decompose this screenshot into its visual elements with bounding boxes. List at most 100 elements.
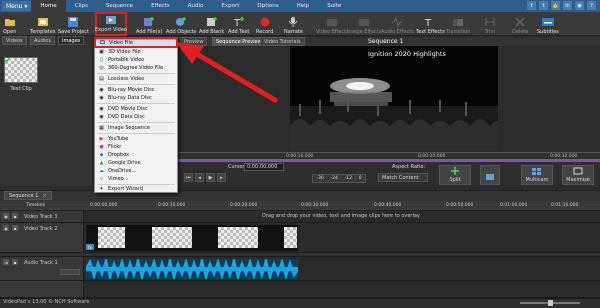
linkedin-icon[interactable]: in	[563, 1, 572, 10]
menu-item-dropbox[interactable]: ◆ Dropbox	[95, 151, 177, 159]
audio-effects-button[interactable]: Audio Effects	[381, 12, 414, 36]
menu-item-flickr[interactable]: ● Flickr	[95, 143, 177, 151]
tab-audios[interactable]: Audios	[30, 36, 55, 45]
add-objects-button[interactable]: Add Objects	[166, 12, 196, 36]
empty-track-area[interactable]	[0, 281, 600, 298]
maximize-button[interactable]: Maximize	[562, 165, 594, 185]
lock-icon[interactable]: ▪	[12, 225, 18, 231]
folder-open-icon	[4, 16, 16, 27]
menu-item-lossless-video[interactable]: ▤ Lossless Video	[95, 75, 177, 83]
image-effects-button[interactable]: Image Effects	[347, 12, 381, 36]
trim-button[interactable]: Trim	[484, 12, 496, 36]
audio-track-1[interactable]: ◄ ▪ Audio Track 1	[0, 257, 600, 281]
tab-clips[interactable]: Clips	[66, 0, 97, 12]
video-track-3[interactable]: ◉ ▪ Video Track 3 Drag and drop your vid…	[0, 211, 600, 223]
text-effects-button[interactable]: T Text Effects	[416, 12, 445, 36]
menu-item-dvd-data-disc[interactable]: ◉ DVD Data Disc	[95, 113, 177, 121]
ruler-tick: 0:01:10.000	[551, 203, 579, 208]
ruler-tick: 0:00:30.000	[301, 203, 329, 208]
zoom-slider-handle[interactable]	[548, 300, 553, 306]
export-video-button[interactable]: Export Video	[95, 12, 127, 36]
menu-item-export-wizard[interactable]: ✦ Export Wizard	[95, 185, 177, 193]
clip-effect-icon[interactable]: fx	[86, 244, 94, 250]
step-forward-button[interactable]: ▸	[217, 173, 226, 182]
audio-effects-icon	[391, 16, 403, 27]
video-preview-frame[interactable]	[290, 46, 498, 151]
main-menu-button[interactable]: Menu ▾	[2, 1, 32, 11]
youtube-icon: ▶	[99, 136, 104, 142]
tab-suite[interactable]: Suite	[318, 0, 350, 12]
go-to-start-button[interactable]: ⏮	[184, 173, 193, 182]
video-track-2[interactable]: ◉ ▪ Video Track 2 fx	[0, 223, 600, 253]
tab-effects[interactable]: Effects	[142, 0, 179, 12]
lock-icon[interactable]: ▪	[12, 213, 18, 219]
svg-text:T: T	[424, 18, 432, 27]
speaker-icon[interactable]: ◄	[3, 259, 9, 265]
tab-home[interactable]: Home	[31, 0, 66, 12]
ruler-tick: 0:00:20.000	[230, 203, 258, 208]
multicam-button[interactable]: Multicam	[521, 165, 553, 185]
close-icon[interactable]: ×	[42, 193, 46, 199]
transition-button[interactable]: Transition	[446, 12, 470, 36]
clip-frame	[284, 227, 297, 248]
tab-videos[interactable]: Videos	[2, 36, 27, 45]
menu-item-bluray-movie-disc[interactable]: ◉ Blu-ray Movie Disc	[95, 86, 177, 94]
audio-waveform[interactable]	[86, 259, 298, 279]
menu-item-dvd-movie-disc[interactable]: ◉ DVD Movie Disc	[95, 105, 177, 113]
aspect-ratio-label: Aspect Ratio:	[392, 164, 426, 170]
split-button[interactable]: Split	[439, 165, 471, 185]
microphone-icon	[287, 16, 299, 27]
menu-item-onedrive[interactable]: ☁ OneDrive...	[95, 167, 177, 175]
eye-icon[interactable]: ◉	[3, 213, 9, 219]
templates-button[interactable]: Templates	[30, 12, 55, 36]
aspect-ratio-select[interactable]: Match Content	[378, 173, 428, 182]
add-files-button[interactable]: Add File(s)	[136, 12, 162, 36]
video-overlay-text: Ignition 2020 Highlights	[368, 50, 446, 58]
menu-item-image-sequence[interactable]: ▦ Image Sequence	[95, 124, 177, 132]
lock-icon[interactable]: ▪	[12, 259, 18, 265]
transport-controls: ⏮ ◂ ▶ ▸ Cursor: 0:00:00.000 -36 -24 -12 …	[178, 162, 600, 186]
highlight-box	[94, 37, 178, 48]
save-project-button[interactable]: Save Project	[58, 12, 89, 36]
menu-item-youtube[interactable]: ▶ YouTube	[95, 135, 177, 143]
menu-separator	[97, 122, 175, 123]
play-button[interactable]: ▶	[206, 173, 215, 182]
tab-sequence-1[interactable]: Sequence 1 ×	[4, 191, 52, 200]
eye-icon[interactable]: ◉	[3, 225, 9, 231]
menu-item-3d-video-file[interactable]: ▣ 3D Video File	[95, 48, 177, 56]
tab-audio[interactable]: Audio	[179, 0, 213, 12]
lossless-video-icon: ▤	[99, 76, 104, 82]
track-volume-slider[interactable]	[60, 269, 80, 275]
add-text-button[interactable]: T Add Text	[228, 12, 249, 36]
add-blank-button[interactable]: Add Blank	[199, 12, 224, 36]
help-icon[interactable]: ?	[587, 1, 596, 10]
narrate-button[interactable]: Narrate	[284, 12, 303, 36]
tab-help[interactable]: Help	[288, 0, 319, 12]
image-effects-icon	[358, 16, 370, 27]
menu-item-vimeo[interactable]: v Vimeo...	[95, 175, 177, 183]
record-button[interactable]: Record	[256, 12, 273, 36]
account-icon[interactable]: ◉	[575, 1, 584, 10]
menu-item-portable-video[interactable]: ▯ Portable Video	[95, 56, 177, 64]
tab-sequence[interactable]: Sequence	[97, 0, 142, 12]
open-button[interactable]: Open	[3, 12, 16, 36]
tab-images[interactable]: Images	[58, 36, 85, 45]
status-text: VideoPad v 13.00 © NCH Software	[3, 299, 90, 305]
effects-button[interactable]	[480, 165, 500, 185]
delete-button[interactable]: Delete	[512, 12, 528, 36]
step-back-button[interactable]: ◂	[195, 173, 204, 182]
facebook-icon[interactable]: f	[527, 1, 536, 10]
clip-frame	[98, 227, 125, 248]
menu-item-google-drive[interactable]: ▲ Google Drive	[95, 159, 177, 167]
twitter-icon[interactable]: t	[539, 1, 548, 10]
cursor-time-field[interactable]: 0:00:00.000	[244, 163, 284, 171]
subtitles-button[interactable]: Subtitles	[537, 12, 559, 36]
tab-export[interactable]: Export	[212, 0, 248, 12]
video-effects-button[interactable]: Video Effects	[316, 12, 349, 36]
like-icon[interactable]: 👍	[551, 1, 560, 10]
tab-options[interactable]: Options	[248, 0, 287, 12]
menu-item-bluray-data-disc[interactable]: ◉ Blu-ray Data Disc	[95, 94, 177, 102]
menu-item-360-video[interactable]: ◎ 360-Degree Video File	[95, 64, 177, 72]
volume-meter[interactable]: -36 -24 -12 0	[312, 174, 366, 183]
ruler-tick: 0:01:00.000	[500, 203, 528, 208]
